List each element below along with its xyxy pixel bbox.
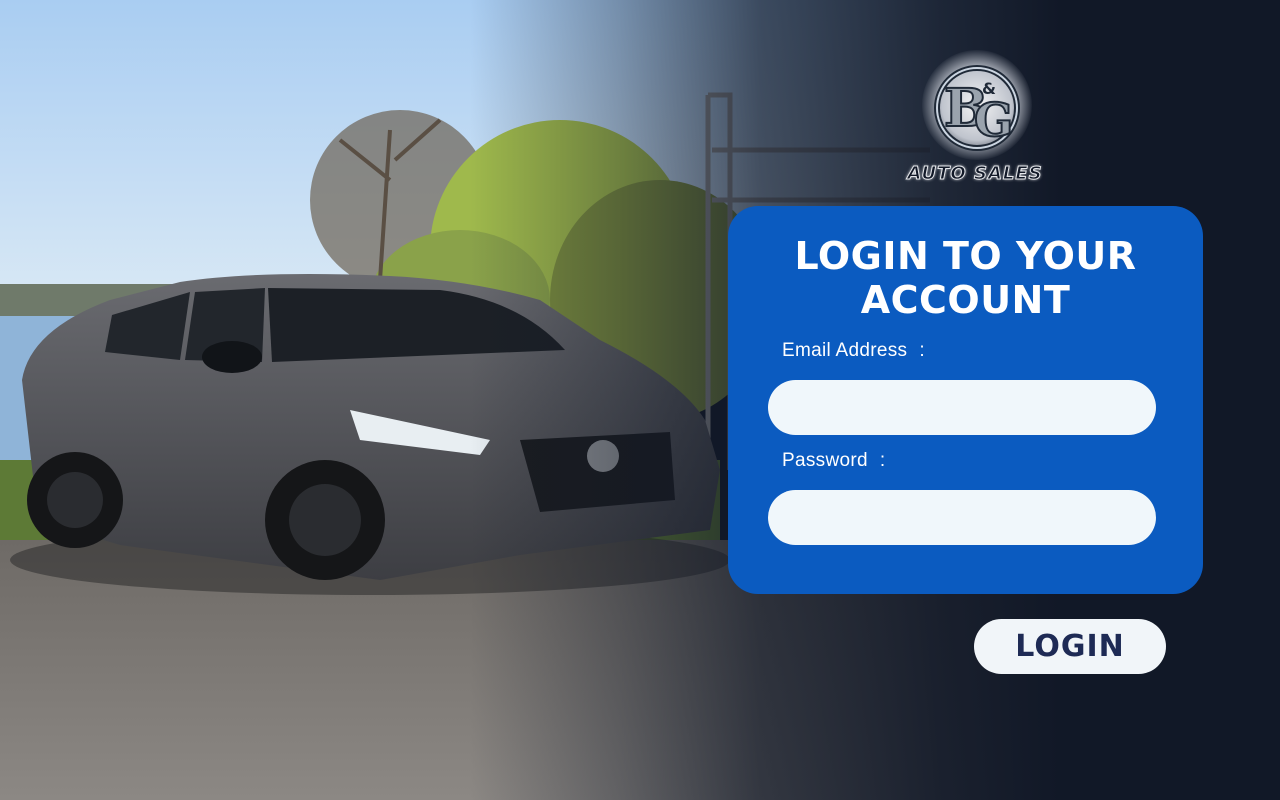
svg-text:&: & [982,79,996,98]
login-button[interactable]: LOGIN [974,619,1166,674]
password-field[interactable] [768,490,1156,545]
login-title: LOGIN TO YOUR ACCOUNT [728,234,1203,322]
logo-text: AUTO SALES [907,163,1043,185]
password-label: Password: [782,450,885,472]
login-card: LOGIN TO YOUR ACCOUNT Email Address: Pas… [728,206,1203,594]
password-label-colon: : [879,450,886,471]
email-label: Email Address: [782,340,925,362]
password-label-text: Password [782,450,868,471]
email-field[interactable] [768,380,1156,435]
email-label-colon: : [919,340,925,361]
svg-text:G: G [974,93,1013,147]
email-label-text: Email Address [782,340,908,361]
brand-logo: B G & AUTO SALES [884,50,1066,198]
login-title-text: LOGIN TO YOUR ACCOUNT [794,234,1137,322]
bg-monogram-icon: B G & [934,65,1020,151]
